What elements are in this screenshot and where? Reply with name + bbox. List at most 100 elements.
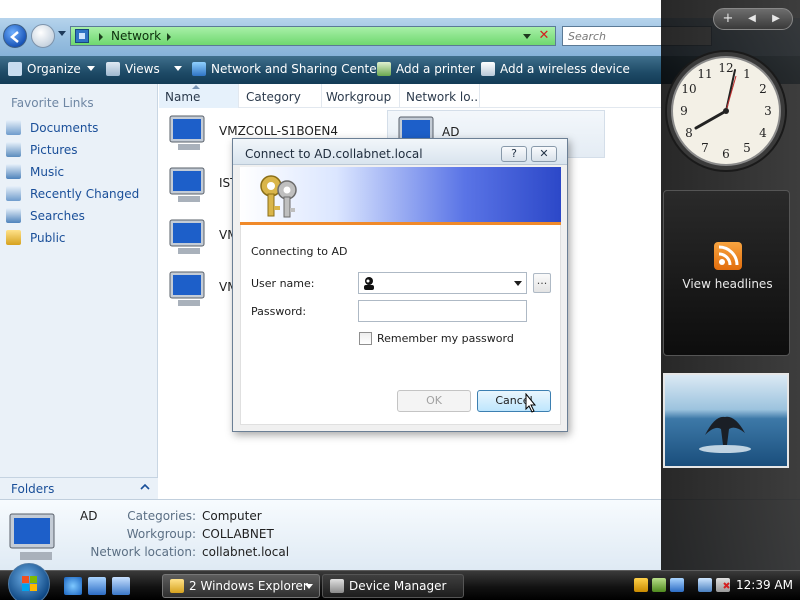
network-sharing-center-button[interactable]: Network and Sharing Center [192,62,382,80]
svg-text:5: 5 [743,141,751,155]
chevron-down-icon [173,66,182,71]
nav-item-documents[interactable]: Documents [6,120,98,140]
recently-changed-icon [6,186,21,201]
svg-text:4: 4 [759,126,767,140]
nav-item-public[interactable]: Public [6,230,66,250]
details-categories-value: Computer [202,509,262,523]
public-folder-icon [6,230,21,245]
forward-button[interactable] [31,24,55,48]
nav-item-label: Music [30,165,65,179]
computer-label: AD [442,125,460,139]
nav-item-label: Public [30,231,66,245]
nav-item-label: Documents [30,121,99,135]
svg-text:1: 1 [743,67,751,81]
sort-arrow-icon [192,85,200,89]
add-gadget-button[interactable]: + [718,11,738,26]
security-center-icon[interactable] [652,578,666,592]
nav-item-label: Searches [30,209,85,223]
internet-explorer-icon[interactable] [64,577,82,595]
slideshow-gadget[interactable] [663,373,789,468]
address-dropdown-icon[interactable] [523,34,531,39]
computer-label: VMZCOLL-S1BOEN4 [219,124,339,138]
column-header-label: Network lo... [406,90,480,104]
nav-item-recently-changed[interactable]: Recently Changed [6,186,139,206]
add-printer-label: Add a printer [396,62,475,76]
svg-text:9: 9 [680,104,688,118]
user-avatar-icon [364,277,374,290]
details-workgroup-value: COLLABNET [202,527,274,541]
username-combobox[interactable] [358,272,527,294]
remember-password-checkbox[interactable] [359,332,372,345]
nav-item-searches[interactable]: Searches [6,208,85,228]
explorer-label: Windows Explorer [200,579,308,593]
chevron-up-icon [140,483,150,490]
stop-icon[interactable]: ✕ [536,28,552,44]
pictures-icon [6,142,21,157]
svg-text:7: 7 [701,141,709,155]
browse-users-button[interactable]: ... [533,273,551,293]
connecting-message: Connecting to AD [251,245,348,258]
organize-button[interactable]: Organize [8,62,95,80]
connect-dialog: Connect to AD.collabnet.local ? ✕ Connec… [232,138,568,432]
nav-item-pictures[interactable]: Pictures [6,142,78,162]
next-gadgets-button[interactable]: ▶ [766,13,786,24]
start-button[interactable] [8,563,50,600]
column-headers: Name Category Workgroup Network lo... [159,84,661,108]
nav-item-label: Pictures [30,143,78,157]
search-placeholder: Search [568,30,607,43]
back-button[interactable] [3,24,27,48]
password-field[interactable] [358,300,527,322]
favorite-links-heading: Favorite Links [11,96,94,110]
svg-text:8: 8 [685,126,693,140]
views-label: Views [125,62,160,76]
remember-password-label[interactable]: Remember my password [377,332,514,345]
printer-icon [377,62,391,76]
column-header-name[interactable]: Name [159,84,239,108]
breadcrumb-arrow-icon[interactable] [99,33,103,41]
keys-icon [260,175,297,218]
show-desktop-icon[interactable] [88,577,106,595]
taskbar-clock[interactable]: 12:39 AM [736,578,793,592]
view-headlines-label: View headlines [682,277,773,291]
views-button[interactable]: Views [106,62,182,80]
column-header-label: Category [246,90,301,104]
feed-headlines-gadget[interactable]: View headlines [663,190,790,356]
column-header-category[interactable]: Category [240,84,322,108]
clock-gadget[interactable]: 12 12 345 678 91011 [663,48,789,174]
organize-label: Organize [27,62,81,76]
svg-text:10: 10 [681,82,696,96]
close-button[interactable]: ✕ [531,146,557,162]
breadcrumb-network[interactable]: Network [111,29,161,43]
windows-update-icon[interactable] [670,578,684,592]
svg-text:3: 3 [764,104,772,118]
whale-tail-image [699,416,751,453]
column-header-label: Workgroup [326,90,392,104]
folders-bar[interactable]: Folders [0,477,158,499]
explorer-count: 2 [189,579,197,593]
network-sharing-label: Network and Sharing Center [211,62,382,76]
nav-item-music[interactable]: Music [6,164,64,184]
svg-text:12: 12 [718,61,733,75]
chevron-down-icon[interactable] [514,281,522,286]
taskbar-device-manager[interactable]: Device Manager [322,574,464,598]
network-status-icon[interactable] [698,578,712,592]
previous-gadgets-button[interactable]: ◀ [742,13,762,24]
add-wireless-device-button[interactable]: Add a wireless device [481,62,630,80]
security-shield-icon[interactable] [634,578,648,592]
volume-muted-icon[interactable] [716,578,730,592]
taskbar: 2 Windows Explorer Device Manager 12:39 … [0,563,800,600]
add-printer-button[interactable]: Add a printer [377,62,475,80]
switch-windows-icon[interactable] [112,577,130,595]
password-label: Password: [251,305,307,318]
address-field[interactable]: Network ✕ [70,26,556,46]
username-label: User name: [251,277,315,290]
ok-button[interactable]: OK [397,390,471,412]
dialog-titlebar[interactable]: Connect to AD.collabnet.local ? ✕ [233,139,567,165]
recent-pages-dropdown-icon[interactable] [58,31,66,36]
column-header-workgroup[interactable]: Workgroup [320,84,400,108]
help-button[interactable]: ? [501,146,527,162]
breadcrumb-arrow-icon[interactable] [167,33,171,41]
cancel-button[interactable]: Cancel [477,390,551,412]
column-header-network-location[interactable]: Network lo... [400,84,480,108]
taskbar-windows-explorer-group[interactable]: 2 Windows Explorer [162,574,320,598]
